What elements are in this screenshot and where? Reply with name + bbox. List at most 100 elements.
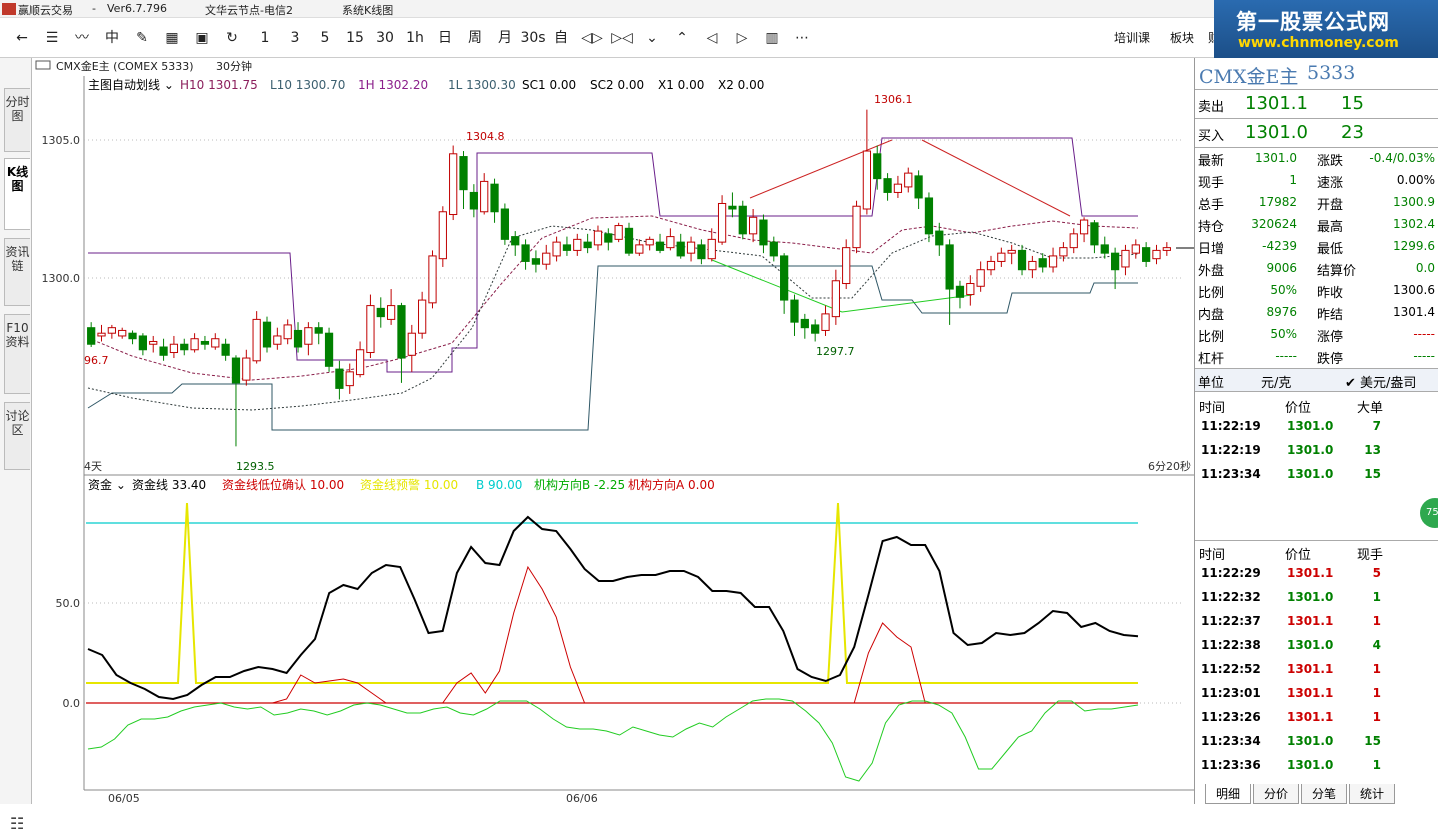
tick-row-price[interactable]: 1301.0 [1287, 590, 1333, 604]
big-order-row-time[interactable]: 11:23:34 [1201, 467, 1261, 481]
candle-body [614, 225, 623, 240]
indicator-item: 1H 1302.20 [358, 78, 428, 92]
layout-icon[interactable]: ▥ [760, 28, 784, 48]
period-button-5[interactable]: 1h [402, 28, 428, 48]
period-button-2[interactable]: 5 [312, 28, 338, 48]
sector-link[interactable]: 板块 [1170, 29, 1194, 46]
save-icon[interactable]: ▣ [190, 28, 214, 48]
bottom-tab-3[interactable]: 统计 [1349, 784, 1395, 804]
candle-body [345, 371, 354, 387]
more-icon[interactable]: ⋯ [790, 28, 814, 48]
period-button-4[interactable]: 30 [372, 28, 398, 48]
big-order-row-time[interactable]: 11:22:19 [1201, 443, 1261, 457]
bottom-tab-1[interactable]: 分价 [1253, 784, 1299, 804]
tick-row-vol[interactable]: 1 [1345, 758, 1381, 772]
big-order-row-time[interactable]: 11:22:19 [1201, 419, 1261, 433]
tab-kline[interactable]: K线图 [4, 158, 30, 230]
candle-body [407, 332, 416, 356]
bottom-tab-2[interactable]: 分笔 [1301, 784, 1347, 804]
tick-row-price[interactable]: 1301.0 [1287, 758, 1333, 772]
draw-icon[interactable]: ✎ [130, 28, 154, 48]
stat-value: 1302.4 [1393, 217, 1435, 231]
tick-row-time[interactable]: 11:22:38 [1201, 638, 1261, 652]
tick-row-vol[interactable]: 5 [1345, 566, 1381, 580]
tick-row-price[interactable]: 1301.1 [1287, 566, 1333, 580]
big-order-row-price[interactable]: 1301.0 [1287, 419, 1333, 433]
tick-row-vol[interactable]: 1 [1345, 590, 1381, 604]
tick-row-time[interactable]: 11:22:29 [1201, 566, 1261, 580]
stat-value: -0.4/0.03% [1369, 151, 1435, 165]
big-order-row-price[interactable]: 1301.0 [1287, 467, 1333, 481]
chart-area[interactable]: CMX金E主 (COMEX 5333) 30分钟 主图自动划线 ⌄ H10 1301.… [32, 58, 1194, 804]
period-button-9[interactable]: 30s [520, 28, 546, 48]
zoom-in-icon[interactable]: ◁▷ [580, 28, 604, 48]
candle-body [831, 280, 840, 318]
indicator-item: X2 0.00 [718, 78, 764, 92]
stat-value: 0.00% [1396, 173, 1435, 187]
tab-news[interactable]: 资讯链 [4, 238, 30, 306]
training-link[interactable]: 培训课 [1114, 29, 1150, 46]
candle-body [500, 208, 510, 240]
kline-chart[interactable]: CMX金E主 (COMEX 5333) 30分钟主图自动划线 ⌄ H10 1301.… [32, 58, 1194, 804]
period-button-1[interactable]: 3 [282, 28, 308, 48]
big-order-row-vol[interactable]: 15 [1345, 467, 1381, 481]
bottom-tab-0[interactable]: 明细 [1205, 784, 1251, 804]
next-icon[interactable]: ▷ [730, 28, 754, 48]
tick-row-time[interactable]: 11:23:26 [1201, 710, 1261, 724]
tab-discussion[interactable]: 讨论区 [4, 402, 30, 470]
tick-row-time[interactable]: 11:23:01 [1201, 686, 1261, 700]
tick-row-time[interactable]: 11:22:52 [1201, 662, 1261, 676]
tick-row-price[interactable]: 1301.0 [1287, 638, 1333, 652]
tick-row-time[interactable]: 11:22:32 [1201, 590, 1261, 604]
tab-timeshare[interactable]: 分时图 [4, 88, 30, 152]
tick-row-price[interactable]: 1301.0 [1287, 734, 1333, 748]
tick-row-price[interactable]: 1301.1 [1287, 710, 1333, 724]
big-order-row-vol[interactable]: 7 [1345, 419, 1381, 433]
tick-row-vol[interactable]: 15 [1345, 734, 1381, 748]
candle-icon[interactable]: 中 [100, 28, 124, 48]
tab-discussion-label: 讨论区 [5, 409, 30, 437]
prev-icon[interactable]: ◁ [700, 28, 724, 48]
candle-body [459, 156, 468, 191]
zoom-out-icon[interactable]: ▷◁ [610, 28, 634, 48]
unit-alt-option[interactable]: ✔ 美元/盎司 [1345, 372, 1416, 391]
tick-row-price[interactable]: 1301.1 [1287, 614, 1333, 628]
candle-body [790, 299, 799, 323]
candle-body [273, 335, 282, 345]
back-arrow-icon[interactable]: ← [10, 28, 34, 48]
tick-row-vol[interactable]: 1 [1345, 686, 1381, 700]
stat-value: 1 [1289, 173, 1297, 187]
tick-row-time[interactable]: 11:23:36 [1201, 758, 1261, 772]
period-button-3[interactable]: 15 [342, 28, 368, 48]
tick-row-time[interactable]: 11:22:37 [1201, 614, 1261, 628]
stat-value: 0.0 [1415, 261, 1435, 275]
period-button-8[interactable]: 月 [492, 28, 518, 48]
candle-body [1059, 247, 1068, 257]
self-period-button[interactable]: 自 [550, 28, 572, 48]
tick-row-vol[interactable]: 4 [1345, 638, 1381, 652]
chevron-down-icon[interactable]: ⌄ [640, 28, 664, 48]
tick-row-vol[interactable]: 1 [1345, 662, 1381, 676]
candle-body [531, 258, 541, 265]
tick-row-vol[interactable]: 1 [1345, 614, 1381, 628]
ma-line-1 [87, 215, 1139, 381]
tab-timeshare-label: 分时图 [5, 95, 30, 123]
tick-row-time[interactable]: 11:23:34 [1201, 734, 1261, 748]
period-button-0[interactable]: 1 [252, 28, 278, 48]
big-order-row-price[interactable]: 1301.0 [1287, 443, 1333, 457]
list-icon[interactable]: ☰ [40, 28, 64, 48]
period-button-7[interactable]: 周 [462, 28, 488, 48]
candle-body [1079, 219, 1089, 235]
tab-f10[interactable]: F10资料 [4, 314, 30, 394]
stat-label: 比例 [1198, 330, 1225, 345]
menu-list-icon[interactable]: ☷ [10, 814, 24, 833]
tick-row-price[interactable]: 1301.1 [1287, 662, 1333, 676]
big-order-row-vol[interactable]: 13 [1345, 443, 1381, 457]
line-chart-icon[interactable]: 〰 [70, 28, 94, 48]
tick-row-vol[interactable]: 1 [1345, 710, 1381, 724]
period-button-6[interactable]: 日 [432, 28, 458, 48]
refresh-icon[interactable]: ↻ [220, 28, 244, 48]
tick-row-price[interactable]: 1301.1 [1287, 686, 1333, 700]
chevron-up-icon[interactable]: ⌃ [670, 28, 694, 48]
grid-icon[interactable]: ▦ [160, 28, 184, 48]
